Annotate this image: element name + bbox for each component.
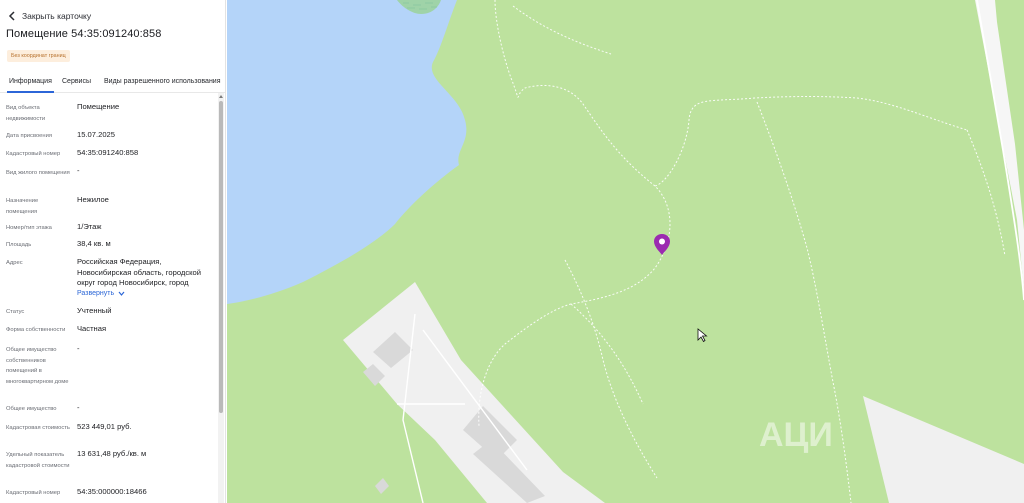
row-common-property-mkd-value: - xyxy=(77,344,80,353)
chevron-left-icon xyxy=(8,11,15,21)
row-assign-date-label: Дата присвоения xyxy=(6,133,52,139)
row-status-label: Статус xyxy=(6,309,25,315)
row-floor-label: Номер/тип этажа xyxy=(6,225,52,231)
row-cadastral-number-value: 54:35:091240:858 xyxy=(77,148,139,157)
row-status-value: Учтенный xyxy=(77,306,112,315)
chevron-down-icon xyxy=(118,291,125,296)
close-card-button[interactable]: Закрыть карточку xyxy=(8,11,91,21)
row-ownership-label: Форма собственности xyxy=(6,327,66,333)
tab-bar: Информация Сервисы Виды разрешенного исп… xyxy=(0,73,225,93)
row-assign-date-value: 15.07.2025 xyxy=(77,130,116,139)
row-object-type-value: Помещение xyxy=(77,102,120,111)
row-specific-value-label: Удельный показатель кадастровой стоимост… xyxy=(6,452,70,469)
row-purpose-value: Нежилое xyxy=(77,195,109,204)
row-purpose-label: Назначение помещения xyxy=(6,198,39,215)
row-cadastral-value-label: Кадастровая стоимость xyxy=(6,425,70,431)
close-card-label: Закрыть карточку xyxy=(22,11,92,21)
status-badge: Без координат границ xyxy=(7,50,70,62)
row-floor-value: 1/Этаж xyxy=(77,222,102,231)
row-specific-value-value: 13 631,48 руб./кв. м xyxy=(77,449,147,458)
row-cadastral-number-2-value: 54:35:000000:18466 xyxy=(77,487,147,496)
row-address-value: Российская Федерация, Новосибирская обла… xyxy=(77,257,202,288)
tab-services[interactable]: Сервисы xyxy=(62,78,91,85)
row-residential-type-value: - xyxy=(77,166,80,175)
tab-info[interactable]: Информация xyxy=(7,78,54,93)
page-title: Помещение 54:35:091240:858 xyxy=(6,28,162,40)
row-common-property-mkd-label: Общее имущество собственников помещений … xyxy=(6,347,69,385)
row-address-label: Адрес xyxy=(6,260,23,266)
expand-address-link[interactable]: Развернуть xyxy=(77,290,125,297)
tab-permitted-uses[interactable]: Виды разрешенного использования xyxy=(104,78,221,85)
row-cadastral-number-2-label: Кадастровый номер xyxy=(6,490,61,496)
map-watermark: АЦИ xyxy=(759,416,833,454)
row-ownership-value: Частная xyxy=(77,324,107,333)
row-residential-type-label: Вид жилого помещения xyxy=(6,170,70,176)
row-common-property-value: - xyxy=(77,403,80,412)
scrollbar-thumb[interactable] xyxy=(219,101,223,413)
row-area-value: 38,4 кв. м xyxy=(77,239,111,248)
row-object-type-label: Вид объекта недвижимости xyxy=(6,105,46,122)
map-view[interactable]: АЦИ xyxy=(227,0,1024,503)
scroll-up-arrow[interactable] xyxy=(219,95,223,98)
row-area-label: Площадь xyxy=(6,242,32,248)
row-common-property-label: Общее имущество xyxy=(6,406,57,412)
pin-center xyxy=(659,238,665,245)
expand-label: Развернуть xyxy=(77,290,115,297)
row-cadastral-number-label: Кадастровый номер xyxy=(6,151,61,157)
row-cadastral-value-value: 523 449,01 руб. xyxy=(77,422,132,431)
info-panel: Закрыть карточку Помещение 54:35:091240:… xyxy=(0,0,226,503)
